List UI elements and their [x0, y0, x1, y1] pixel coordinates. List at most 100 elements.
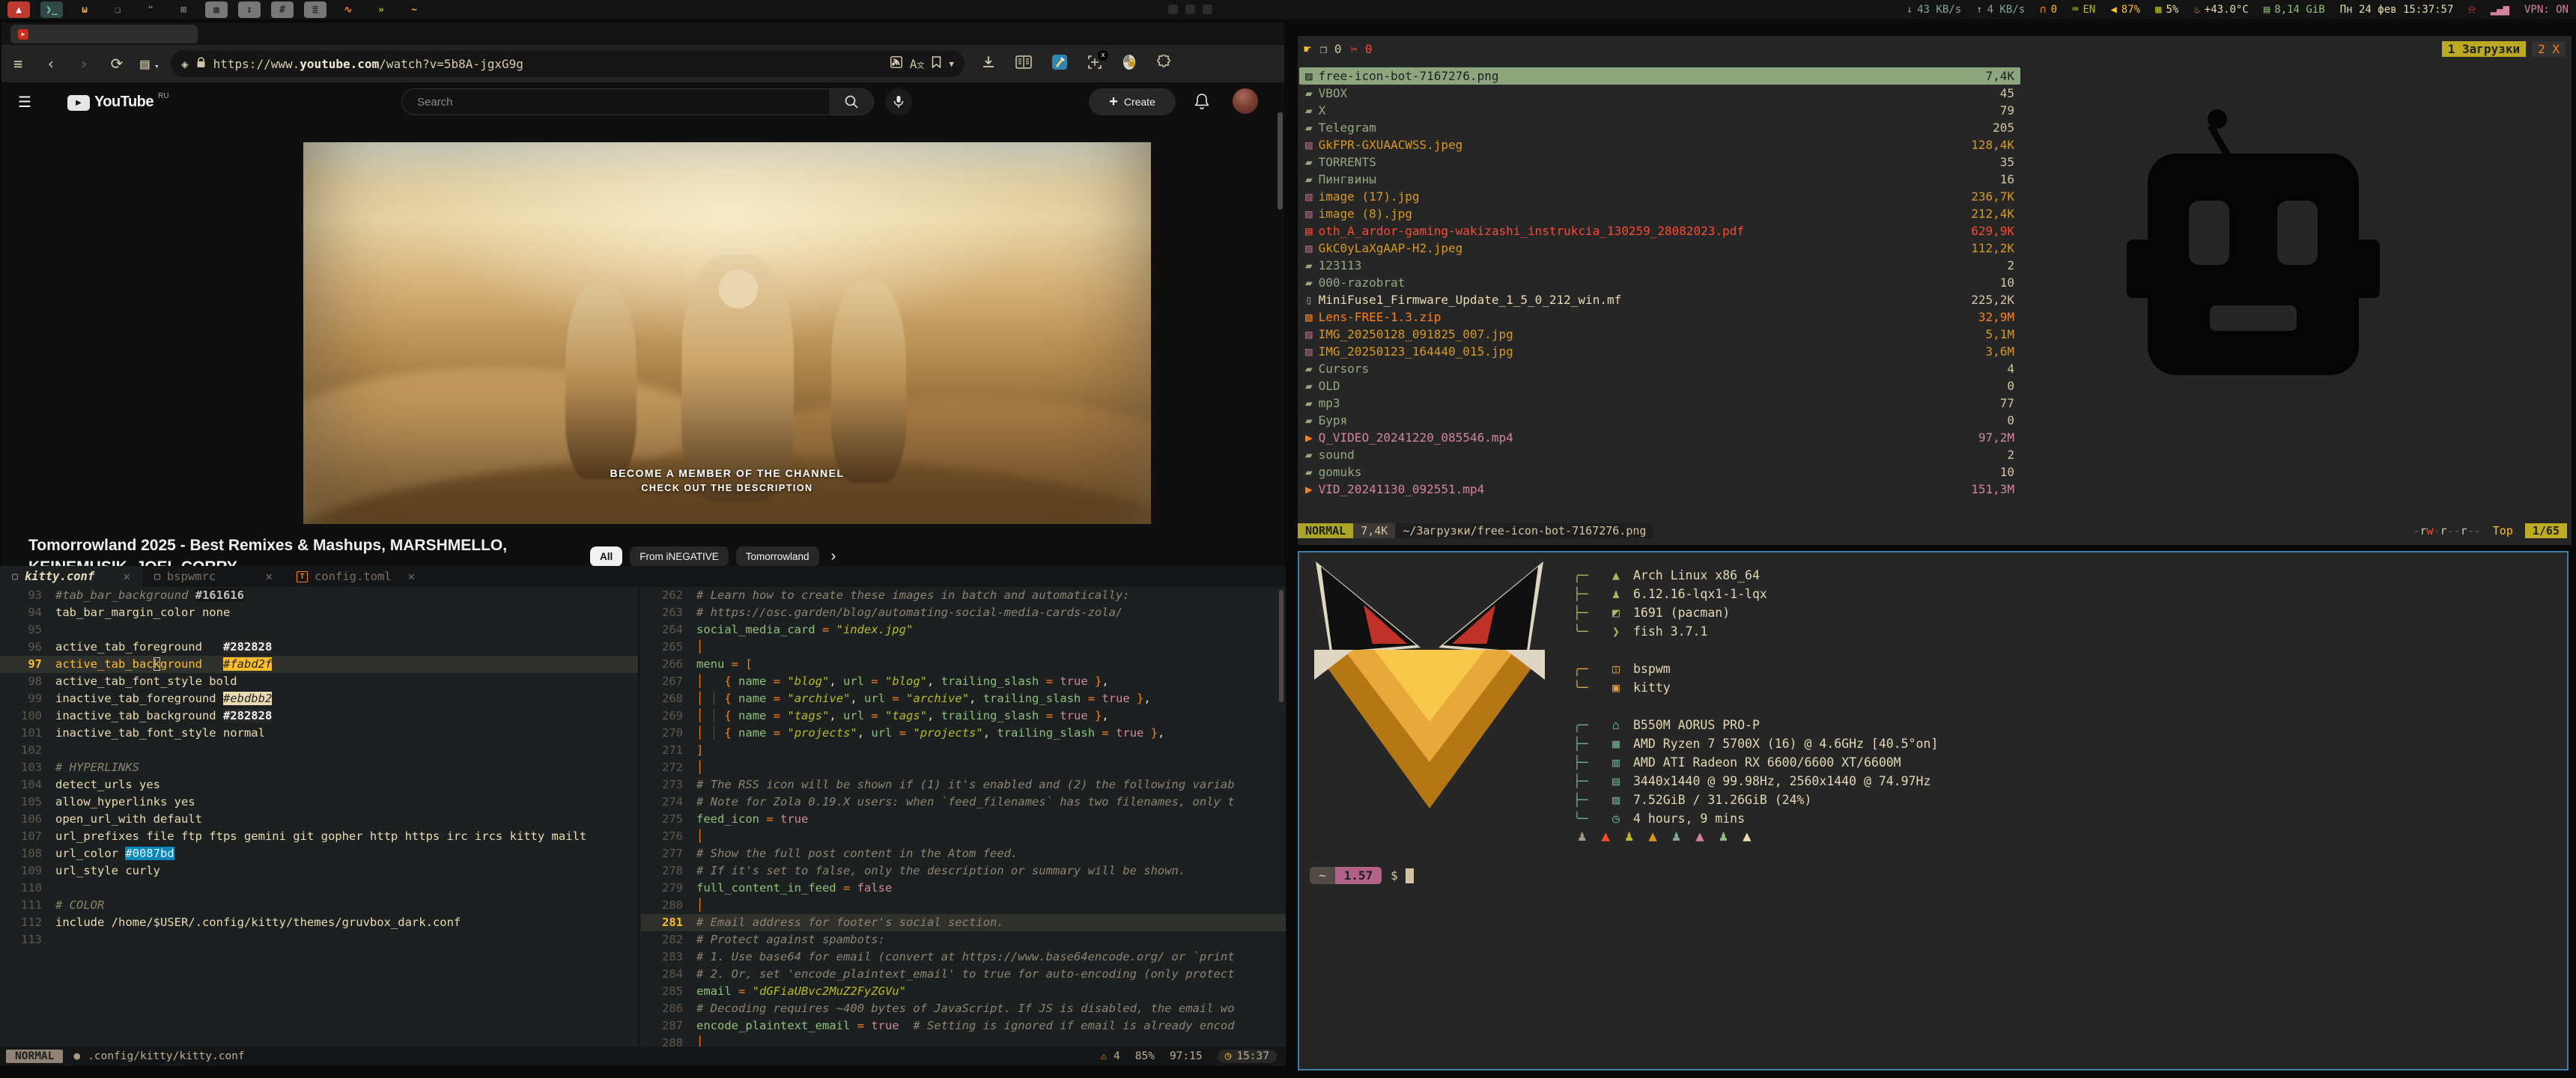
tray-icon[interactable] — [1168, 4, 1178, 14]
youtube-logo[interactable]: ▶ YouTube RU — [67, 94, 169, 111]
translate-icon[interactable]: A文 — [910, 57, 925, 71]
file-row[interactable]: ▨GkFPR-GXUAACWSS.jpeg128,4K — [1299, 136, 2020, 153]
net-up[interactable]: ↑4 KB/s — [1976, 4, 2025, 16]
editor-scrollbar[interactable] — [1279, 590, 1284, 702]
workspace-kitty[interactable]: ω — [73, 1, 96, 18]
tab-close-icon[interactable]: ✕ — [266, 570, 273, 583]
file-row[interactable]: ▰000-razobrat10 — [1299, 274, 2020, 291]
url-bar[interactable]: ◈ https://www.youtube.com/watch?v=5b8A-j… — [171, 50, 965, 77]
clock-date[interactable]: Пн 24 фев 15:37:57 — [2340, 4, 2454, 16]
workspace-arch[interactable]: ▲ — [7, 1, 30, 18]
rss-icon[interactable] — [890, 56, 902, 71]
workspace-downloads[interactable]: ↧ — [238, 1, 261, 18]
file-row[interactable]: ▰Cursors4 — [1299, 360, 2020, 377]
notification-bell-icon[interactable]: ⍾ — [2468, 4, 2475, 16]
browser-scrollbar[interactable] — [1278, 112, 1283, 210]
downloads-icon[interactable] — [981, 55, 996, 73]
account-avatar[interactable] — [1233, 88, 1258, 114]
video-player[interactable]: BECOME A MEMBER OF THE CHANNEL CHECK OUT… — [303, 142, 1151, 524]
file-row[interactable]: ▨image (17).jpg236,7K — [1299, 188, 2020, 205]
file-row[interactable]: ▯MiniFuse1_Firmware_Update_1_5_0_212_win… — [1299, 291, 2020, 308]
memory[interactable]: ▤8,14 GiB — [2264, 4, 2325, 16]
guide-menu-icon[interactable]: ☰ — [18, 93, 31, 112]
filter-chip[interactable]: All — [590, 546, 622, 566]
file-row[interactable]: ▰X79 — [1299, 102, 2020, 119]
fm-tab-x[interactable]: 2 X — [2532, 41, 2566, 57]
tray-icon[interactable] — [1185, 4, 1195, 14]
chips-more-icon[interactable]: › — [831, 548, 836, 565]
file-row[interactable]: ▰1231132 — [1299, 257, 2020, 274]
signal-bars-icon[interactable]: ▂▄▆ — [2491, 4, 2509, 16]
filter-chip[interactable]: From iNEGATIVE — [630, 546, 729, 566]
url-text[interactable]: https://www.youtube.com/watch?v=5b8A-jgx… — [213, 57, 883, 71]
file-row[interactable]: ▰mp377 — [1299, 395, 2020, 412]
file-row[interactable]: ▨free-icon-bot-7167276.png7,4K — [1299, 67, 2020, 85]
workspace-windows[interactable]: ⊞ — [172, 1, 195, 18]
search-button[interactable] — [829, 88, 874, 115]
file-row[interactable]: ▶VID_20241130_092551.mp4151,3M — [1299, 481, 2020, 498]
file-row[interactable]: ▶Q_VIDEO_20241220_085546.mp497,2M — [1299, 429, 2020, 446]
youtube-logo-text: YouTube — [94, 94, 154, 111]
urlbar-dropdown-icon[interactable]: ▼ — [949, 59, 954, 69]
reload-icon[interactable]: ⟳ — [100, 55, 133, 73]
file-row[interactable]: ▨image (8).jpg212,4K — [1299, 205, 2020, 222]
menu-icon[interactable]: ≡ — [1, 55, 34, 73]
tray-icon[interactable] — [1203, 4, 1212, 14]
shield-icon[interactable]: ◈ — [181, 57, 189, 71]
extensions-puzzle-icon[interactable] — [1156, 55, 1172, 73]
bookmark-icon[interactable] — [932, 56, 941, 71]
tilde[interactable]: ~ — [403, 1, 425, 18]
file-row[interactable]: ▨IMG_20250128_091825_007.jpg5,1M — [1299, 326, 2020, 343]
volume[interactable]: ◀87% — [2110, 4, 2140, 16]
editor-tab-config.toml[interactable]: Tconfig.toml✕ — [285, 566, 427, 587]
file-row[interactable]: ▧Lens-FREE-1.3.zip32,9M — [1299, 308, 2020, 326]
tab-close-icon[interactable]: ✕ — [408, 570, 415, 583]
filter-chip[interactable]: Tomorrowland — [736, 546, 819, 566]
screenshot-extension-icon[interactable]: x — [1087, 55, 1102, 73]
back-icon[interactable]: ‹ — [34, 55, 67, 73]
file-row[interactable]: ▰Буря0 — [1299, 412, 2020, 429]
editor-tab-kitty.conf[interactable]: ▢kitty.conf✕ — [0, 566, 142, 587]
cpu-usage[interactable]: ▦5% — [2155, 4, 2178, 16]
browser-tab[interactable]: ▶ — [10, 25, 198, 43]
file-row[interactable]: ▰TORRENTS35 — [1299, 153, 2020, 171]
vpn-status[interactable]: VPN: ON — [2524, 4, 2569, 16]
create-button[interactable]: + Create — [1089, 88, 1176, 115]
file-row[interactable]: ▰sound2 — [1299, 446, 2020, 463]
tab-close-icon[interactable]: ✕ — [124, 570, 130, 583]
shell-prompt[interactable]: ~ 1.57 $ — [1310, 867, 1414, 884]
editor-pane-config-toml[interactable]: 262# Learn how to create these images in… — [641, 587, 1286, 1047]
pane-divider[interactable] — [638, 587, 640, 1047]
keepass-extension-icon[interactable] — [1051, 54, 1068, 73]
privacy-extension-icon[interactable] — [1122, 54, 1137, 73]
workspace-activity[interactable]: ∿ — [337, 1, 359, 18]
file-row[interactable]: ▨GkC0yLaXgAAP-H2.jpeg112,2K — [1299, 240, 2020, 257]
workspace-list[interactable]: ≣ — [304, 1, 326, 18]
file-row[interactable]: ▰VBOX45 — [1299, 85, 2020, 102]
file-row[interactable]: ▰Telegram205 — [1299, 119, 2020, 136]
forward-icon[interactable]: › — [67, 55, 100, 73]
notifications-bell-icon[interactable] — [1194, 93, 1210, 115]
keyboard-layout[interactable]: ⌨EN — [2072, 4, 2095, 16]
editor-tab-bspwmrc[interactable]: ▢bspwmrc✕ — [142, 566, 285, 587]
chevrons[interactable]: » — [370, 1, 392, 18]
file-row[interactable]: ▤oth_A_ardor-gaming-wakizashi_instrukcia… — [1299, 222, 2020, 240]
workspace-hash[interactable]: # — [271, 1, 294, 18]
file-row[interactable]: ▨IMG_20250123_164440_015.jpg3,6M — [1299, 343, 2020, 360]
file-row[interactable]: ▰gomuks10 — [1299, 463, 2020, 481]
net-down[interactable]: ↓43 KB/s — [1907, 4, 1961, 16]
reading-list-icon[interactable] — [1015, 55, 1032, 72]
reader-mode-icon[interactable]: ▤ ▾ — [133, 55, 166, 73]
workspace-terminal[interactable]: ❯_ — [40, 1, 63, 18]
mic-button[interactable] — [885, 88, 912, 115]
workspace-chat[interactable]: ❝ — [139, 1, 162, 18]
editor-pane-kitty-conf[interactable]: 93#tab_bar_background #16161694tab_bar_m… — [0, 587, 638, 1047]
ghost-indicator[interactable]: ∩0 — [2040, 4, 2057, 16]
workspace-files[interactable]: ❏ — [106, 1, 129, 18]
file-row[interactable]: ▰Пингвины16 — [1299, 171, 2020, 188]
file-row[interactable]: ▰OLD0 — [1299, 377, 2020, 395]
fm-tab-downloads[interactable]: 1 Загрузки — [2442, 41, 2526, 57]
workspace-media[interactable]: ▦ — [205, 1, 228, 18]
temperature[interactable]: ♨+43.0°C — [2193, 4, 2248, 16]
search-input[interactable]: Search — [401, 88, 830, 115]
